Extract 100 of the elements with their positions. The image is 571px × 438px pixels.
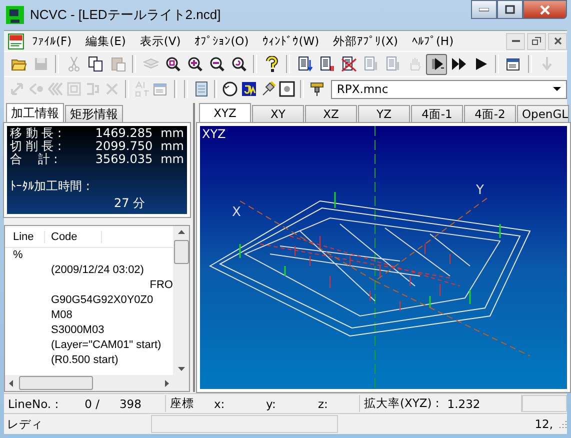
window-document-icon bbox=[152, 81, 169, 97]
clipboard-icon bbox=[110, 56, 126, 72]
fast-play-icon bbox=[450, 56, 466, 72]
zoom-fit-icon bbox=[164, 56, 180, 72]
auto-icon bbox=[134, 81, 150, 97]
code-line: (2009/12/24 03:02) bbox=[51, 264, 144, 276]
app-icon bbox=[6, 6, 24, 24]
restore-button[interactable] bbox=[527, 32, 546, 50]
status-label: x: bbox=[214, 396, 226, 410]
tab[interactable]: OpenGL bbox=[517, 105, 569, 122]
document-right-icon bbox=[384, 56, 400, 72]
help-icon bbox=[264, 56, 280, 72]
view-title: XYZ bbox=[202, 127, 226, 141]
minimize-icon bbox=[512, 40, 520, 42]
info-unit: mm bbox=[160, 127, 184, 140]
menu-item[interactable]: 表示(V) bbox=[132, 34, 188, 48]
up-arrow-icon bbox=[178, 230, 184, 234]
info-unit: mm bbox=[160, 153, 184, 166]
status-label: y: bbox=[266, 396, 277, 410]
zoom-out-icon bbox=[208, 56, 224, 72]
code-line: M08 bbox=[51, 309, 72, 321]
status-label: LineNo. : bbox=[8, 396, 59, 410]
vertical-scrollbar[interactable] bbox=[173, 226, 189, 375]
status-value: 0 / bbox=[84, 396, 100, 410]
scroll-thumb[interactable] bbox=[19, 376, 93, 390]
info-value: 27 分 bbox=[113, 197, 146, 210]
window-document-icon bbox=[506, 56, 522, 72]
status-value: 398 bbox=[119, 396, 142, 410]
tab[interactable]: XZ bbox=[305, 105, 357, 122]
code-line: (Layer="CAM01" start) bbox=[51, 339, 162, 351]
tab[interactable]: 4面-1 bbox=[411, 105, 463, 122]
tab[interactable]: YZ bbox=[358, 105, 410, 122]
tab[interactable]: XY bbox=[252, 105, 304, 122]
menu-item[interactable]: ﾌｧｲﾙ(F) bbox=[25, 34, 79, 48]
info-value: 2099.750 bbox=[94, 140, 153, 153]
right-arrow-icon bbox=[165, 380, 169, 386]
copy-icon bbox=[88, 56, 104, 72]
tab[interactable]: 4面-2 bbox=[464, 105, 516, 122]
status-value: 1.232 bbox=[447, 396, 480, 410]
tab[interactable]: 加工情報 bbox=[6, 103, 64, 122]
status-label: z: bbox=[318, 396, 329, 410]
plug-icon bbox=[260, 81, 276, 97]
cross-icon bbox=[104, 81, 120, 97]
bracket-icon bbox=[85, 81, 101, 97]
machine-dropdown[interactable]: RPX.mnc bbox=[330, 80, 567, 98]
info-value: 3569.035 bbox=[94, 153, 153, 166]
column-header[interactable]: Code bbox=[45, 230, 102, 242]
column-header[interactable]: Line bbox=[5, 230, 45, 242]
minimize-icon bbox=[479, 8, 489, 12]
info-value: 1469.285 bbox=[94, 127, 153, 140]
info-label: 移 動 長 : bbox=[10, 127, 62, 140]
code-line: (R0.500 start) bbox=[51, 354, 118, 366]
diagonal-arrow-icon bbox=[9, 81, 25, 97]
document-down-arrow-icon bbox=[296, 56, 312, 72]
toolbar-button[interactable] bbox=[278, 78, 296, 100]
scroll-thumb[interactable] bbox=[174, 240, 188, 264]
info-unit: mm bbox=[160, 140, 184, 153]
machine-icon bbox=[308, 81, 325, 97]
resize-grip-icon bbox=[557, 419, 567, 429]
info-label: ﾄｰﾀﾙ加工時間 : bbox=[10, 180, 91, 193]
notepad-icon bbox=[192, 81, 209, 97]
code-line: G90G54G92X0Y0Z0 bbox=[51, 294, 154, 306]
left-arrow-icon bbox=[9, 380, 13, 386]
maximize-button[interactable] bbox=[497, 0, 523, 19]
line-number: % bbox=[13, 249, 23, 261]
menu-item[interactable]: 編集(E) bbox=[78, 34, 133, 48]
horizontal-scrollbar[interactable] bbox=[5, 375, 189, 391]
axis-label: Y bbox=[476, 183, 484, 198]
status-label: 座標 bbox=[170, 396, 194, 411]
node-icon bbox=[28, 81, 44, 97]
document-left-icon bbox=[362, 56, 378, 72]
window-title: NCVC - [LEDテールライト2.ncd] bbox=[30, 6, 221, 24]
close-icon bbox=[554, 37, 562, 45]
menu-item[interactable]: ｵﾌﾟｼｮﾝ(O) bbox=[188, 34, 256, 48]
status-text: レディ bbox=[6, 416, 44, 432]
status-text: 12, bbox=[534, 417, 554, 431]
document-bars-icon bbox=[318, 56, 334, 72]
zoom-in-icon bbox=[186, 56, 202, 72]
info-label: 合 計 : bbox=[10, 153, 59, 166]
menu-item[interactable]: ﾍﾙﾌﾟ(H) bbox=[404, 34, 461, 48]
close-icon bbox=[540, 4, 550, 14]
tab[interactable]: 矩形情報 bbox=[65, 105, 123, 122]
chevrons-icon bbox=[47, 81, 63, 97]
lettered-square-icon bbox=[241, 81, 258, 97]
down-arrow-icon bbox=[178, 367, 184, 371]
menu-item[interactable]: 外部ｱﾌﾟﾘ(X) bbox=[326, 34, 405, 48]
minimize-button[interactable] bbox=[471, 0, 497, 19]
status-label: 拡大率(XYZ) : bbox=[364, 396, 440, 411]
restore-icon bbox=[532, 37, 541, 45]
toolbar-button[interactable] bbox=[426, 54, 447, 74]
scissors-icon bbox=[66, 56, 82, 72]
close-button[interactable] bbox=[523, 0, 567, 19]
spiral-icon bbox=[66, 81, 82, 97]
document-cross-icon bbox=[340, 56, 356, 72]
tab[interactable]: XYZ bbox=[199, 103, 251, 122]
code-line: FRO bbox=[150, 279, 173, 291]
zoom-previous-icon bbox=[230, 56, 246, 72]
menu-item[interactable]: ｳｨﾝﾄﾞｳ(W) bbox=[256, 34, 326, 48]
code-line: S3000M03 bbox=[51, 324, 104, 336]
axis-label: X bbox=[232, 205, 241, 220]
